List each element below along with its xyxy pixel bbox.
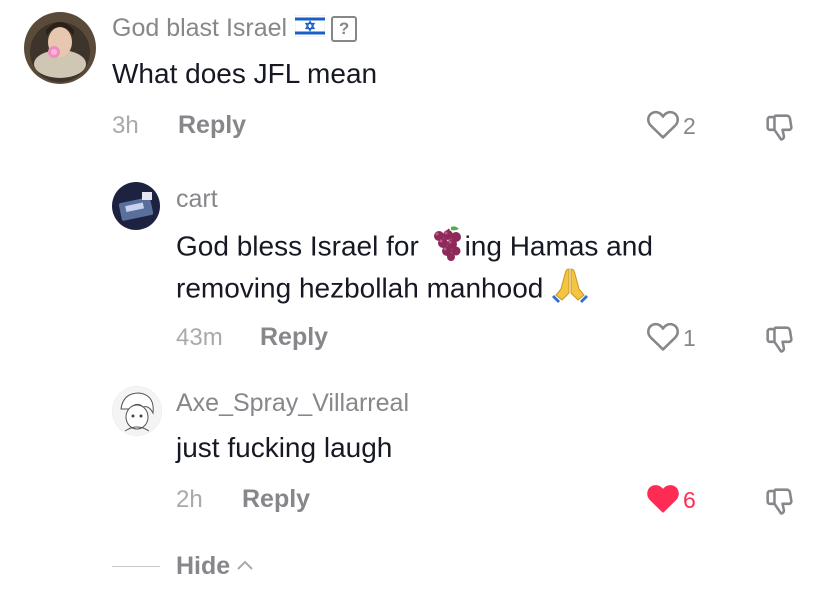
hide-replies-row[interactable]: Hide <box>112 552 254 581</box>
reply-button[interactable]: Reply <box>260 323 328 352</box>
like-button[interactable]: 2 <box>646 108 696 145</box>
folded-hands-emoji-icon <box>551 265 589 315</box>
comment-time: 2h <box>176 486 203 513</box>
dislike-button[interactable] <box>762 484 796 523</box>
like-count: 1 <box>683 325 696 351</box>
heart-outline-icon <box>646 320 680 357</box>
comment-time: 43m <box>176 324 223 351</box>
like-count: 6 <box>683 487 696 513</box>
like-count: 2 <box>683 113 696 139</box>
comment-time: 3h <box>112 112 139 139</box>
comment-text: just fucking laugh <box>176 432 393 463</box>
question-mark-badge-icon: ? <box>331 16 358 43</box>
comment-text: removing hezbollah manhood <box>176 265 589 315</box>
hide-replies-button[interactable]: Hide <box>176 552 230 581</box>
heart-filled-icon <box>646 482 680 519</box>
comment-username[interactable]: Axe_Spray_Villarreal <box>176 389 409 418</box>
divider-line <box>112 566 160 567</box>
comment-username[interactable]: God blast Israel? <box>112 14 358 44</box>
dislike-button[interactable] <box>762 322 796 361</box>
thumbs-down-icon <box>762 326 796 360</box>
comment-username[interactable]: cart <box>176 185 218 214</box>
thumbs-down-icon <box>762 488 796 522</box>
avatar[interactable] <box>112 386 162 436</box>
reply-button[interactable]: Reply <box>178 111 246 140</box>
israel-flag-icon <box>294 14 326 44</box>
like-button[interactable]: 6 <box>646 482 696 519</box>
like-button[interactable]: 1 <box>646 320 696 357</box>
dislike-button[interactable] <box>762 110 796 149</box>
chevron-up-icon <box>236 558 254 576</box>
reply-button[interactable]: Reply <box>242 485 310 514</box>
avatar[interactable] <box>112 182 160 230</box>
thumbs-down-icon <box>762 114 796 148</box>
comment-text: What does JFL mean <box>112 58 378 89</box>
heart-outline-icon <box>646 108 680 145</box>
avatar[interactable] <box>24 12 96 84</box>
